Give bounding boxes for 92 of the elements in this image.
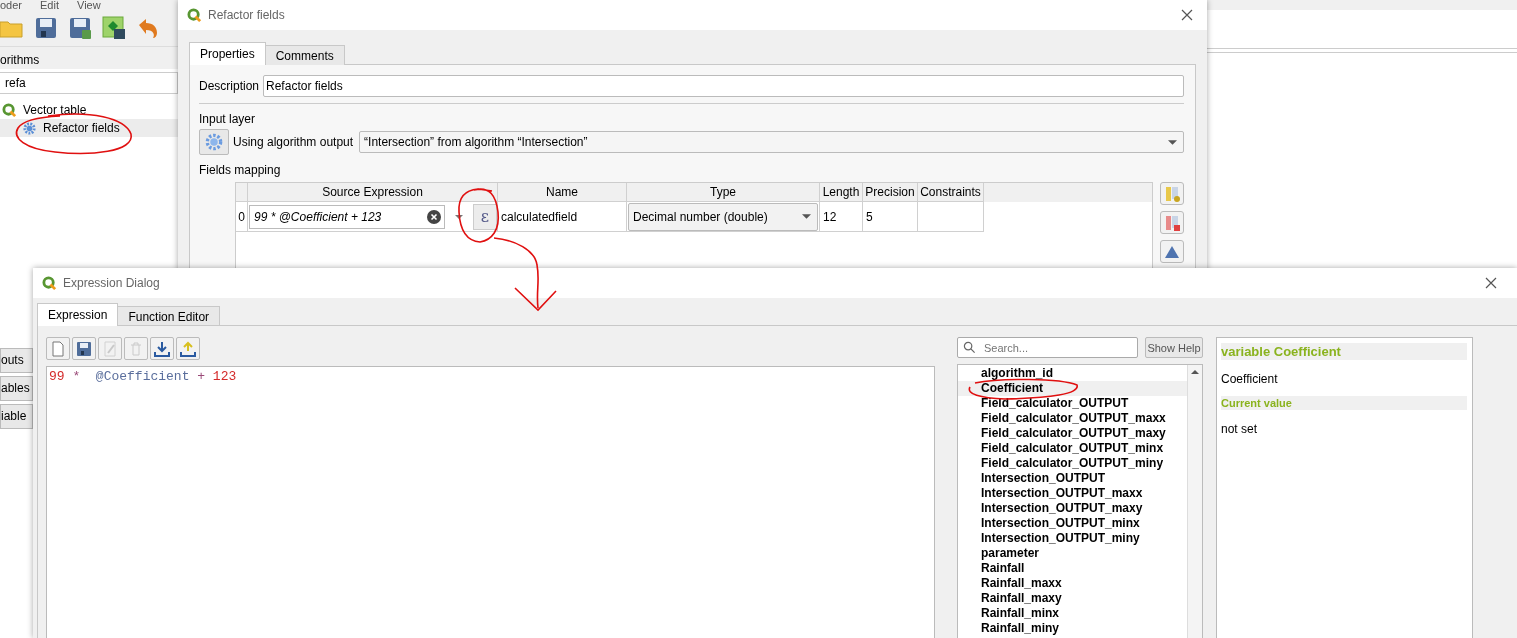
list-item[interactable]: Rainfall [958, 561, 1187, 576]
close-icon[interactable] [1485, 277, 1497, 289]
list-item[interactable]: Intersection_OUTPUT_maxy [958, 501, 1187, 516]
delete-field-button[interactable] [1160, 211, 1184, 234]
dropdown-arrow-icon[interactable] [455, 214, 463, 219]
section-label: Fields mapping [199, 163, 282, 177]
list-item[interactable]: Intersection_OUTPUT_maxx [958, 486, 1187, 501]
q-logo-icon [187, 7, 202, 23]
save-as-icon[interactable] [68, 16, 92, 40]
list-item[interactable]: Rainfall_maxy [958, 591, 1187, 606]
tab[interactable]: Comments [264, 45, 345, 65]
export-image-icon[interactable] [102, 16, 126, 40]
search-field[interactable]: Search... [957, 337, 1138, 358]
list-item[interactable]: Intersection_OUTPUT_minx [958, 516, 1187, 531]
edit-icon [102, 341, 118, 357]
list-item[interactable]: Rainfall_miny [958, 621, 1187, 636]
table-cell: 5 [863, 202, 918, 232]
save-button[interactable] [72, 337, 96, 360]
save-icon [76, 341, 92, 357]
clear-icon[interactable] [427, 209, 441, 224]
q-logo-icon [42, 275, 57, 291]
side-tab[interactable]: iable [0, 404, 33, 429]
column-header: Name [498, 183, 627, 202]
list-item[interactable]: parameter [958, 546, 1187, 561]
dropdown-arrow-icon [1168, 139, 1177, 145]
help-text: Coefficient [1221, 372, 1279, 386]
list-item[interactable]: Intersection_OUTPUT [958, 471, 1187, 486]
list-item[interactable]: Intersection_OUTPUT_miny [958, 531, 1187, 546]
row-number: 0 [236, 202, 248, 232]
description-field[interactable]: Refactor fields [263, 75, 1184, 97]
side-tab[interactable]: ables [0, 376, 33, 401]
table-cell: 12 [820, 202, 863, 232]
panel-title: orithms [0, 46, 178, 69]
export-button[interactable] [176, 337, 200, 360]
list-item[interactable]: Field_calculator_OUTPUT_maxy [958, 426, 1187, 441]
tab[interactable]: Properties [189, 42, 266, 65]
column-header: Precision [863, 183, 918, 202]
menu-item[interactable]: View [77, 0, 101, 10]
expression-field[interactable]: 99 * @Coefficient + 123 [249, 204, 445, 229]
field-label: Description [199, 79, 260, 93]
add-field-icon [1163, 185, 1181, 203]
help-heading: Current value [1221, 396, 1467, 410]
list-item[interactable]: Coefficient [958, 381, 1187, 396]
list-item[interactable]: Field_calculator_OUTPUT_minx [958, 441, 1187, 456]
scroll-up-icon[interactable] [1191, 370, 1199, 374]
list-item[interactable]: Rainfall_maxx [958, 576, 1187, 591]
expression-builder-button[interactable]: ε [473, 203, 497, 230]
export-icon [180, 341, 196, 357]
list-item[interactable]: Field_calculator_OUTPUT [958, 396, 1187, 411]
source-mode-label: Using algorithm output [233, 135, 354, 149]
trash-icon [128, 341, 144, 357]
table-cell [918, 202, 984, 232]
section-label: Input layer [199, 112, 257, 126]
move-up-button[interactable] [1160, 240, 1184, 263]
tree-item[interactable]: Refactor fields [0, 119, 178, 137]
column-header: Type [627, 183, 820, 202]
menu-item[interactable]: Edit [40, 0, 59, 10]
gear-icon [22, 120, 37, 136]
import-button[interactable] [150, 337, 174, 360]
tab[interactable]: Function Editor [117, 306, 221, 326]
help-text: not set [1221, 422, 1259, 436]
search-icon [963, 341, 976, 354]
type-dropdown[interactable]: Decimal number (double) [628, 202, 818, 231]
gear-icon [204, 132, 224, 152]
search-field[interactable]: refa [0, 72, 178, 94]
show-help-button[interactable]: Show Help [1145, 337, 1203, 358]
tree-item[interactable]: Vector table [23, 103, 87, 117]
import-icon [154, 341, 170, 357]
new-file-icon [50, 341, 66, 357]
dropdown-arrow-icon [802, 214, 811, 219]
add-field-button[interactable] [1160, 182, 1184, 205]
layer-dropdown[interactable]: “Intersection” from algorithm “Intersection” [359, 131, 1184, 153]
column-header: Constraints [918, 183, 984, 202]
list-item[interactable]: algorithm_id [958, 366, 1187, 381]
menu-item[interactable]: oder [0, 0, 23, 10]
list-item[interactable]: Field_calculator_OUTPUT_maxx [958, 411, 1187, 426]
save-icon[interactable] [34, 16, 58, 40]
help-heading: variable Coefficient [1221, 343, 1467, 360]
undo-icon[interactable] [136, 16, 160, 40]
list-item[interactable]: Rainfall_minx [958, 606, 1187, 621]
delete-field-icon [1163, 214, 1181, 232]
table-cell: calculatedfield [498, 202, 627, 232]
window-title: Expression Dialog [63, 276, 161, 290]
tab[interactable]: Expression [37, 303, 119, 326]
close-icon[interactable] [1181, 9, 1193, 21]
column-header: Length [820, 183, 863, 202]
expression-editor[interactable]: 99 * @Coefficient + 123 [46, 366, 935, 638]
list-item[interactable]: Field_calculator_OUTPUT_miny [958, 456, 1187, 471]
side-tab[interactable]: outs [0, 348, 33, 373]
column-header: Source Expression [248, 183, 498, 202]
window-title: Refactor fields [208, 8, 286, 22]
q-logo-icon [2, 102, 17, 118]
